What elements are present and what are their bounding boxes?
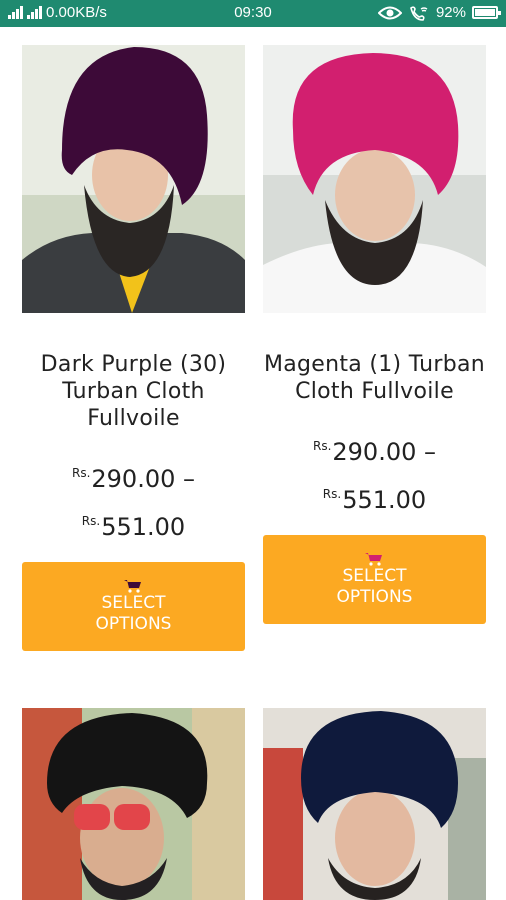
product-price: Rs.290.00 – Rs.551.00 [71,465,196,541]
product-image[interactable] [22,708,245,900]
product-image[interactable] [22,45,245,313]
product-title[interactable]: Dark Purple (30) Turban Cloth Fullvoile [22,351,245,432]
battery-percent: 92% [435,4,466,21]
cart-icon [364,552,382,566]
product-card[interactable] [263,708,486,900]
cart-icon [123,579,141,593]
product-card[interactable]: Magenta (1) Turban Cloth Fullvoile Rs.29… [263,45,486,624]
product-card[interactable] [22,708,245,900]
product-card[interactable]: Dark Purple (30) Turban Cloth Fullvoile … [22,45,245,651]
battery-icon [472,6,501,19]
status-right: 92% [377,4,501,21]
product-image[interactable] [263,708,486,900]
status-bar: 0.00KB/s 09:30 92% [0,0,506,27]
button-label: SELECT OPTIONS [95,592,172,634]
button-label: SELECT OPTIONS [336,565,413,607]
eye-icon [377,6,402,19]
wifi-call-icon [410,5,428,21]
product-price: Rs.290.00 – Rs.551.00 [312,438,437,514]
select-options-button[interactable]: SELECT OPTIONS [22,562,245,651]
product-image[interactable] [263,45,486,313]
select-options-button[interactable]: SELECT OPTIONS [263,535,486,624]
product-title[interactable]: Magenta (1) Turban Cloth Fullvoile [263,351,486,405]
